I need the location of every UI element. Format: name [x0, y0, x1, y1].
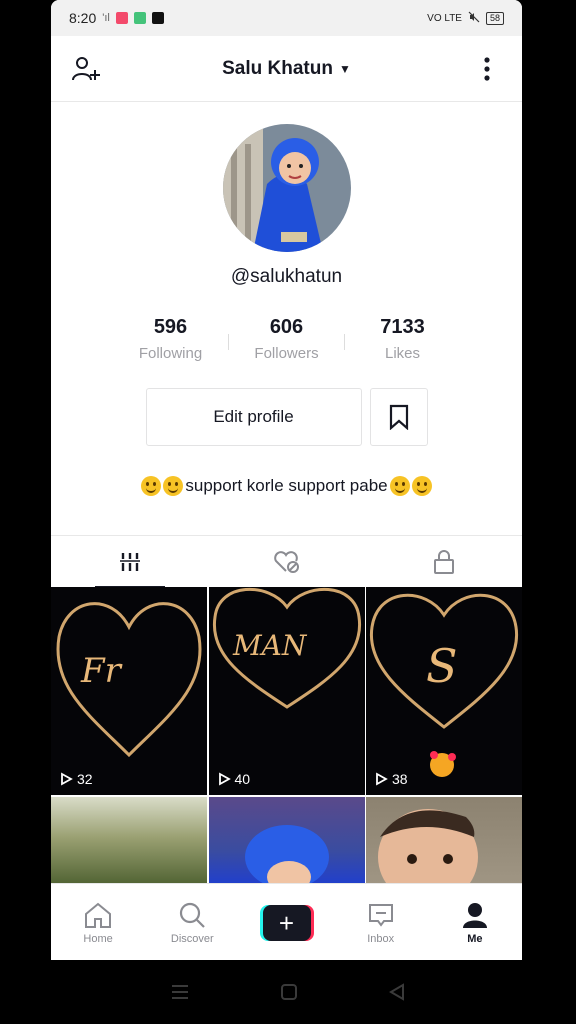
more-options-button[interactable] — [470, 52, 504, 86]
child-photo-art — [378, 809, 478, 887]
video-thumbnail[interactable] — [208, 797, 365, 887]
sparkler-heart-art: MAN — [212, 587, 361, 709]
profile-actions: Edit profile — [145, 388, 428, 446]
bookmark-icon — [389, 404, 408, 430]
art-text: S — [426, 639, 458, 693]
username: @salukhatun — [230, 266, 343, 287]
nav-me-label: Me — [467, 932, 483, 945]
tab-liked[interactable] — [208, 536, 365, 588]
mute-icon — [468, 11, 480, 26]
notification-icon — [115, 12, 128, 24]
play-icon — [376, 772, 388, 786]
play-icon — [61, 772, 73, 786]
bio-text: support korle support pabe — [185, 476, 388, 495]
sparkler-heart-art: S — [369, 593, 519, 777]
more-vertical-icon — [484, 56, 490, 81]
tiktok-app-icon — [151, 12, 164, 24]
art-text: MAN — [232, 629, 308, 662]
view-count-text: 32 — [77, 771, 93, 787]
view-count-text: 38 — [392, 771, 408, 787]
nav-discover-label: Discover — [170, 932, 214, 945]
status-bar: 8:20 'ıl VO LTE 58 — [51, 0, 522, 36]
avatar[interactable] — [222, 124, 351, 252]
stat-label: Likes — [384, 345, 421, 362]
stat-label: Following — [138, 345, 203, 362]
view-count: 38 — [374, 771, 408, 787]
smile-emoji-icon — [411, 476, 432, 496]
grid-icon — [119, 553, 140, 571]
stat-label: Followers — [254, 345, 319, 362]
back-icon[interactable] — [388, 983, 406, 1001]
avatar-photo — [222, 124, 351, 252]
status-time: 8:20 — [69, 10, 97, 26]
phone-screen: 8:20 'ıl VO LTE 58 Salu Khatun ▼ @salukh… — [51, 0, 522, 960]
stat-likes[interactable]: 7133 Likes — [345, 316, 460, 362]
liked-hidden-icon — [273, 551, 299, 573]
add-friend-button[interactable] — [69, 52, 103, 86]
favorites-button[interactable] — [369, 388, 428, 446]
battery-indicator: 58 — [485, 11, 504, 25]
art-text: Fr — [80, 651, 123, 691]
smile-emoji-icon — [389, 476, 410, 496]
content-tabs — [51, 535, 522, 588]
home-icon — [85, 902, 112, 928]
sparkler-heart-art: Fr — [56, 602, 202, 758]
signal-indicator: 'ıl — [102, 12, 110, 24]
nav-inbox-label: Inbox — [367, 932, 395, 945]
nav-inbox[interactable]: Inbox — [334, 884, 428, 960]
smile-emoji-icon — [141, 476, 162, 496]
profile-icon — [462, 902, 487, 928]
stat-value: 7133 — [380, 316, 425, 338]
tab-videos[interactable] — [51, 536, 208, 588]
network-indicator: VO LTE — [427, 12, 462, 24]
message-app-icon — [133, 12, 146, 24]
plus-icon: + — [259, 904, 314, 941]
video-grid: Fr 32 MAN 40 S 38 — [51, 587, 522, 887]
stat-following[interactable]: 596 Following — [113, 316, 228, 362]
smile-emoji-icon — [163, 476, 184, 496]
video-thumbnail[interactable] — [51, 797, 207, 887]
stat-value: 606 — [269, 316, 304, 338]
bottom-nav: Home Discover + Inbox Me — [51, 883, 522, 960]
account-switcher[interactable]: Salu Khatun ▼ — [222, 58, 351, 80]
stat-value: 596 — [153, 316, 188, 338]
home-square-icon[interactable] — [280, 983, 298, 1001]
video-thumbnail[interactable] — [366, 797, 522, 887]
profile-header: Salu Khatun ▼ — [51, 36, 522, 102]
nav-me[interactable]: Me — [428, 884, 522, 960]
edit-profile-button[interactable]: Edit profile — [145, 388, 362, 446]
caret-down-icon: ▼ — [338, 61, 351, 76]
lock-icon — [433, 550, 454, 574]
inbox-icon — [368, 903, 393, 927]
video-thumbnail[interactable]: S 38 — [366, 587, 522, 795]
play-icon — [218, 772, 231, 786]
stat-followers[interactable]: 606 Followers — [229, 316, 344, 362]
system-navigation — [0, 970, 576, 1014]
bio: support korle support pabe — [141, 476, 432, 496]
video-thumbnail[interactable]: Fr 32 — [51, 587, 207, 795]
video-thumbnail[interactable]: MAN 40 — [208, 587, 365, 795]
tab-private[interactable] — [365, 536, 522, 588]
profile-stats: 596 Following 606 Followers 7133 Likes — [113, 316, 460, 362]
recent-apps-icon[interactable] — [170, 983, 190, 1001]
add-person-icon — [72, 56, 100, 80]
profile-info: @salukhatun 596 Following 606 Followers … — [51, 102, 522, 496]
search-icon — [180, 902, 206, 928]
view-count: 32 — [59, 771, 93, 787]
nav-home-label: Home — [83, 932, 113, 945]
nav-discover[interactable]: Discover — [145, 884, 239, 960]
child-photo-art — [244, 825, 329, 887]
nav-home[interactable]: Home — [51, 884, 145, 960]
view-count-text: 40 — [234, 771, 251, 787]
view-count: 40 — [217, 771, 251, 787]
create-video-button[interactable]: + — [239, 884, 333, 960]
account-name: Salu Khatun — [222, 57, 333, 79]
